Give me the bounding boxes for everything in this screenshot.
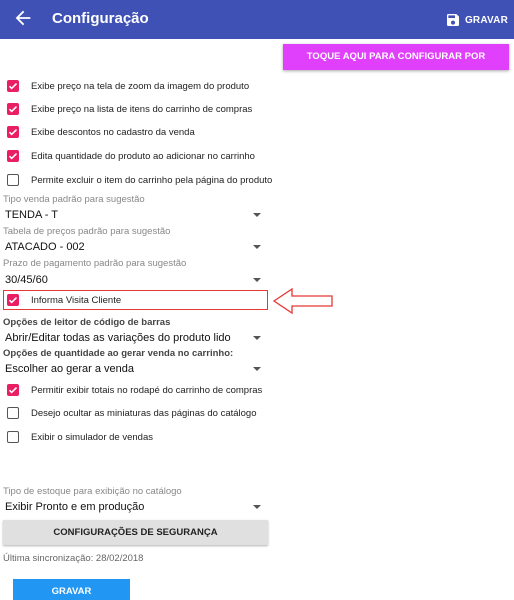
option-hide-thumbnails[interactable]: Desejo ocultar as miniaturas das páginas… xyxy=(7,405,257,421)
option-inform-visit[interactable]: Informa Visita Cliente xyxy=(7,292,121,308)
arrow-left-icon[interactable] xyxy=(12,7,34,29)
price-table-label: Tabela de preços padrão para sugestão xyxy=(3,226,171,237)
option-show-cart-totals[interactable]: Permitir exibir totais no rodapé do carr… xyxy=(7,382,262,398)
dropdown-caret-icon xyxy=(253,278,261,282)
sale-type-select[interactable]: TENDA - T xyxy=(5,207,261,223)
check-icon xyxy=(8,387,18,394)
checkbox-checked[interactable] xyxy=(7,294,19,306)
barcode-options-value: Abrir/Editar todas as variações do produ… xyxy=(5,332,231,344)
payment-term-select[interactable]: 30/45/60 xyxy=(5,272,261,288)
option-label: Edita quantidade do produto ao adicionar… xyxy=(31,150,255,162)
checkbox-checked[interactable] xyxy=(7,150,19,162)
barcode-options-label: Opções de leitor de código de barras xyxy=(3,317,171,328)
option-label: Exibe preço na lista de itens do carrinh… xyxy=(31,103,253,115)
dropdown-caret-icon xyxy=(253,505,261,509)
checkbox-checked[interactable] xyxy=(7,80,19,92)
sale-type-value: TENDA - T xyxy=(5,209,58,221)
floppy-disk-icon xyxy=(446,14,459,26)
save-action-label: GRAVAR xyxy=(464,14,508,26)
price-table-value: ATACADO - 002 xyxy=(5,241,85,253)
configure-by-catalog-button[interactable]: TOQUE AQUI PARA CONFIGURAR POR CATÁLOGO xyxy=(283,44,509,88)
option-label: Exibir o simulador de vendas xyxy=(31,431,153,443)
quantity-options-select[interactable]: Escolher ao gerar a venda xyxy=(5,361,261,377)
security-settings-button[interactable]: CONFIGURAÇÕES DE SEGURANÇA xyxy=(3,520,268,545)
app-bar: Configuração GRAVAR xyxy=(0,0,514,39)
barcode-options-select[interactable]: Abrir/Editar todas as variações do produ… xyxy=(5,330,261,346)
option-label: Desejo ocultar as miniaturas das páginas… xyxy=(31,407,257,419)
annotation-arrow-icon xyxy=(272,287,333,315)
check-icon xyxy=(8,106,18,113)
check-icon xyxy=(8,129,18,136)
option-label: Exibe preço na tela de zoom da imagem do… xyxy=(31,80,250,92)
dropdown-caret-icon xyxy=(253,245,261,249)
save-action[interactable]: GRAVAR xyxy=(445,9,508,31)
option-label: Permitir exibir totais no rodapé do carr… xyxy=(31,384,263,396)
dropdown-caret-icon xyxy=(253,213,261,217)
option-edit-quantity[interactable]: Edita quantidade do produto ao adicionar… xyxy=(7,148,255,164)
checkbox-checked[interactable] xyxy=(7,126,19,138)
save-button[interactable]: GRAVAR xyxy=(13,579,130,600)
check-icon xyxy=(8,297,18,304)
stock-type-select[interactable]: Exibir Pronto e em produção xyxy=(5,499,261,515)
option-show-price-cart-list[interactable]: Exibe preço na lista de itens do carrinh… xyxy=(7,101,252,117)
check-icon xyxy=(8,83,18,90)
quantity-options-label: Opções de quantidade ao gerar venda no c… xyxy=(3,348,234,359)
checkbox-checked[interactable] xyxy=(7,384,19,396)
option-show-price-zoom[interactable]: Exibe preço na tela de zoom da imagem do… xyxy=(7,78,249,94)
dropdown-caret-icon xyxy=(253,367,261,371)
checkbox-unchecked[interactable] xyxy=(7,174,19,186)
checkbox-unchecked[interactable] xyxy=(7,407,19,419)
option-label: Informa Visita Cliente xyxy=(31,294,122,306)
option-sales-simulator[interactable]: Exibir o simulador de vendas xyxy=(7,429,153,445)
page-title: Configuração xyxy=(52,10,149,27)
option-label: Permite excluir o item do carrinho pela … xyxy=(31,174,273,186)
payment-term-value: 30/45/60 xyxy=(5,274,48,286)
checkbox-checked[interactable] xyxy=(7,103,19,115)
payment-term-label: Prazo de pagamento padrão para sugestão xyxy=(3,258,187,269)
dropdown-caret-icon xyxy=(253,336,261,340)
quantity-options-value: Escolher ao gerar a venda xyxy=(5,363,135,375)
last-sync-text: Última sincronização: 28/02/2018 xyxy=(3,553,144,564)
stock-type-label: Tipo de estoque para exibição no catálog… xyxy=(3,486,182,497)
option-allow-delete-item[interactable]: Permite excluir o item do carrinho pela … xyxy=(7,172,272,188)
stock-type-value: Exibir Pronto e em produção xyxy=(5,501,145,513)
option-label: Exibe descontos no cadastro da venda xyxy=(31,126,195,138)
option-show-discounts[interactable]: Exibe descontos no cadastro da venda xyxy=(7,124,195,140)
check-icon xyxy=(8,153,18,160)
sale-type-label: Tipo venda padrão para sugestão xyxy=(3,194,145,205)
price-table-select[interactable]: ATACADO - 002 xyxy=(5,239,261,255)
checkbox-unchecked[interactable] xyxy=(7,431,19,443)
